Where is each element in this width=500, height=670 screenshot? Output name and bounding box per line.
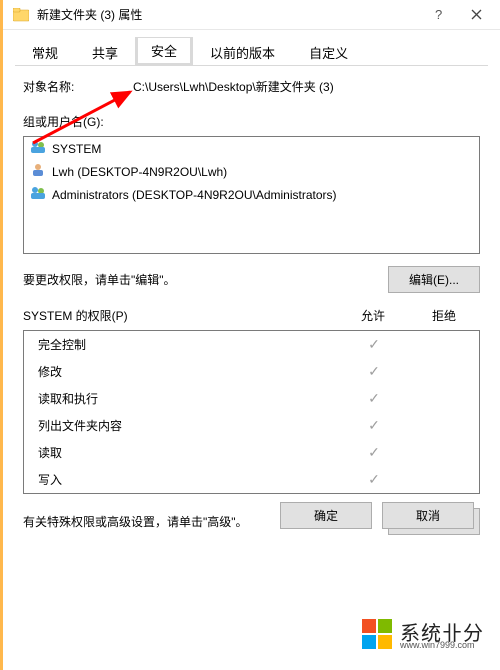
table-row: 修改 ✓: [24, 358, 479, 385]
folder-icon: [13, 8, 29, 22]
edit-hint: 要更改权限，请单击"编辑"。: [23, 271, 388, 288]
perm-deny: [409, 390, 471, 407]
table-row: 列出文件夹内容 ✓: [24, 412, 479, 439]
cancel-button[interactable]: 取消: [382, 502, 474, 529]
tab-security[interactable]: 安全: [135, 37, 193, 66]
check-icon: ✓: [339, 444, 409, 461]
window-title: 新建文件夹 (3) 属性: [37, 6, 422, 23]
tab-customize[interactable]: 自定义: [292, 36, 365, 65]
perm-label: 完全控制: [32, 336, 339, 353]
list-item[interactable]: Administrators (DESKTOP-4N9R2OU\Administ…: [24, 183, 479, 206]
help-button[interactable]: ?: [422, 1, 458, 29]
perm-label: 写入: [32, 471, 339, 488]
table-row: 完全控制 ✓: [24, 331, 479, 358]
watermark-logo-icon: [362, 619, 392, 649]
edit-permissions-row: 要更改权限，请单击"编辑"。 编辑(E)...: [23, 266, 480, 293]
permissions-table: 完全控制 ✓ 修改 ✓ 读取和执行 ✓ 列出文: [23, 330, 480, 494]
dialog-buttons: 确定 取消: [280, 502, 474, 529]
table-row: 读取 ✓: [24, 439, 479, 466]
watermark-url: www.win7999.com: [400, 640, 484, 650]
check-icon: ✓: [339, 390, 409, 407]
perm-label: 修改: [32, 363, 339, 380]
properties-window: 新建文件夹 (3) 属性 ? 常规 共享 安全 以前的版本 自定义: [3, 0, 500, 670]
watermark: 系统卝分 www.win7999.com: [358, 615, 488, 652]
table-row: 写入 ✓: [24, 466, 479, 493]
perm-deny: [409, 444, 471, 461]
check-icon: ✓: [339, 336, 409, 353]
perm-deny: [409, 471, 471, 488]
perm-label: 读取和执行: [32, 390, 339, 407]
permissions-header-deny: 拒绝: [408, 307, 480, 324]
svg-text:?: ?: [435, 8, 442, 22]
check-icon: ✓: [339, 363, 409, 380]
perm-deny: [409, 336, 471, 353]
list-item-label: Lwh (DESKTOP-4N9R2OU\Lwh): [52, 165, 227, 179]
annotation-arrow: [28, 88, 143, 148]
perm-label: 读取: [32, 444, 339, 461]
check-icon: ✓: [339, 471, 409, 488]
object-name-value: C:\Users\Lwh\Desktop\新建文件夹 (3): [133, 78, 334, 95]
permissions-header: SYSTEM 的权限(P) 允许 拒绝: [23, 307, 480, 324]
perm-label: 列出文件夹内容: [32, 417, 339, 434]
tab-previous-versions[interactable]: 以前的版本: [193, 36, 292, 65]
tab-general[interactable]: 常规: [15, 36, 75, 65]
perm-deny: [409, 363, 471, 380]
edit-button[interactable]: 编辑(E)...: [388, 266, 480, 293]
users-icon: [30, 186, 46, 203]
table-row: 读取和执行 ✓: [24, 385, 479, 412]
perm-deny: [409, 417, 471, 434]
user-icon: [30, 163, 46, 180]
list-item[interactable]: Lwh (DESKTOP-4N9R2OU\Lwh): [24, 160, 479, 183]
groups-listbox[interactable]: SYSTEM Lwh (DESKTOP-4N9R2OU\Lwh) Adminis…: [23, 136, 480, 254]
list-item-label: Administrators (DESKTOP-4N9R2OU\Administ…: [52, 188, 337, 202]
window-body: 常规 共享 安全 以前的版本 自定义 对象名称: C:\Users\Lwh\D: [3, 30, 500, 559]
titlebar: 新建文件夹 (3) 属性 ?: [3, 0, 500, 30]
tab-share[interactable]: 共享: [75, 36, 135, 65]
ok-button[interactable]: 确定: [280, 502, 372, 529]
permissions-header-allow: 允许: [338, 307, 408, 324]
permissions-header-label: SYSTEM 的权限(P): [23, 307, 338, 324]
close-button[interactable]: [458, 1, 494, 29]
tabs: 常规 共享 安全 以前的版本 自定义: [15, 36, 488, 66]
check-icon: ✓: [339, 417, 409, 434]
